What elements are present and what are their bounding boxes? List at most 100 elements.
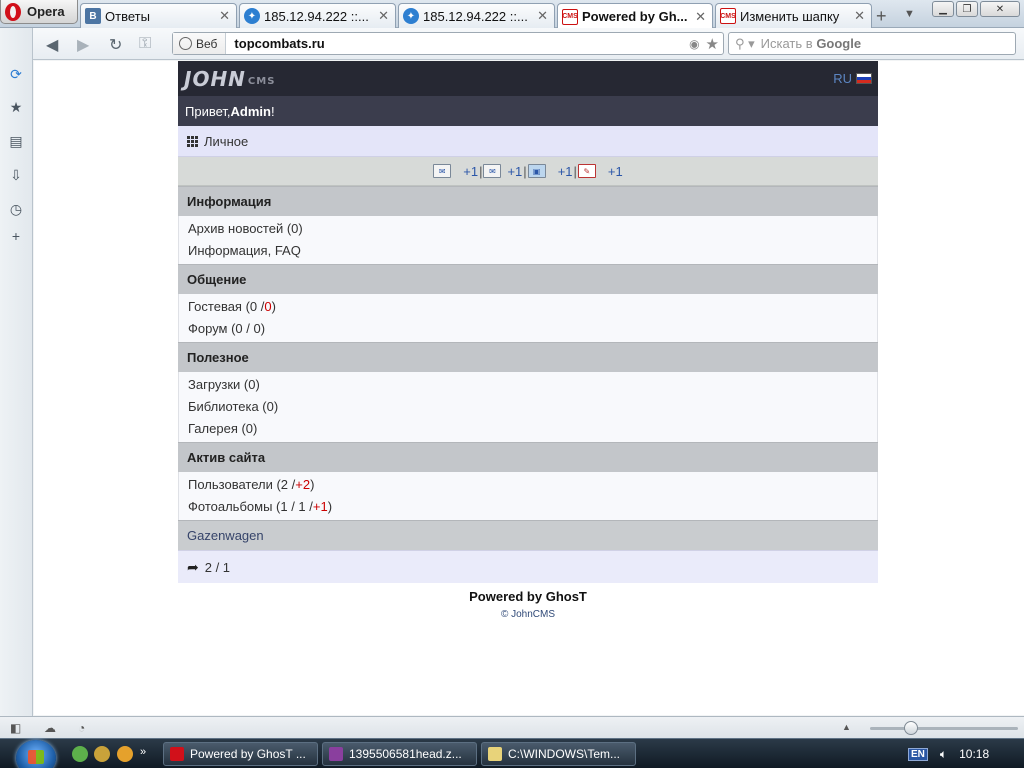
- language-label: RU: [833, 71, 852, 86]
- quicklaunch-more-icon[interactable]: »: [140, 746, 156, 762]
- list-item-library[interactable]: Библиотека (0): [179, 395, 877, 417]
- notes-icon[interactable]: ▤: [8, 133, 24, 149]
- back-icon[interactable]: ◀: [46, 35, 58, 55]
- restore-icon[interactable]: ❐: [956, 1, 978, 17]
- logo-subtext: CMS: [247, 75, 276, 87]
- opera-menu-button[interactable]: Opera: [0, 0, 78, 24]
- turbo-gauge-icon[interactable]: ◔: [78, 721, 85, 735]
- task-opera[interactable]: Powered by GhosT ...: [163, 742, 318, 766]
- document-notification[interactable]: ✎ +1: [577, 163, 623, 179]
- list-item-faq[interactable]: Информация, FAQ: [179, 239, 877, 261]
- section-list-info: Архив новостей (0) Информация, FAQ: [178, 216, 878, 264]
- new-mail-notification[interactable]: ✉ +1: [433, 164, 478, 179]
- close-icon[interactable]: ✕: [854, 8, 865, 24]
- downloads-icon[interactable]: ⇩: [8, 167, 24, 183]
- section-title-communication: Общение: [178, 264, 878, 294]
- panel-toggle-icon[interactable]: ◧: [10, 721, 21, 735]
- notepad-task-icon: [488, 747, 502, 761]
- tab-ip-1[interactable]: ✦ 185.12.94.222 ::... ✕: [239, 3, 396, 28]
- list-item-news-archive[interactable]: Архив новостей (0): [179, 217, 877, 239]
- opera-menu-label: Opera: [27, 4, 65, 19]
- web-badge[interactable]: Веб: [173, 33, 227, 54]
- tab-bar: Opera B Ответы ✕ ✦ 185.12.94.222 ::... ✕…: [0, 0, 1024, 29]
- opera-logo-icon: [5, 2, 21, 21]
- task-archive[interactable]: 1395506581head.z...: [322, 742, 477, 766]
- app-quicklaunch-icon[interactable]: [94, 746, 110, 762]
- zoom-slider-handle[interactable]: [904, 721, 918, 735]
- greeting-prefix: Привет,: [185, 103, 231, 119]
- volume-icon[interactable]: 🔈︎: [940, 747, 947, 762]
- tab-edit-header[interactable]: CMS Изменить шапку ✕: [715, 3, 872, 28]
- list-item-users[interactable]: Пользователи (2 / +2): [179, 473, 877, 495]
- globe-net-icon: ✦: [403, 8, 419, 24]
- search-input[interactable]: ⚲ ▾ Искать в Google: [728, 32, 1016, 55]
- bookmark-star-icon[interactable]: ★: [706, 35, 719, 53]
- personal-link[interactable]: Личное: [178, 126, 878, 157]
- reload-icon[interactable]: ↻: [109, 35, 122, 55]
- system-message-notification[interactable]: ✉ +1: [483, 164, 522, 179]
- zoom-up-icon[interactable]: ▲: [842, 722, 851, 732]
- johncms-logo[interactable]: JOHN CMS: [184, 69, 275, 89]
- key-icon[interactable]: ⚿: [139, 35, 151, 53]
- close-icon[interactable]: ✕: [695, 9, 706, 25]
- footer-copyright-link[interactable]: © JohnCMS: [178, 609, 878, 620]
- forward-icon[interactable]: ▶: [77, 35, 89, 55]
- site-footer: Powered by GhosT © JohnCMS: [178, 589, 878, 620]
- star-icon[interactable]: ★: [8, 99, 24, 115]
- notification-count: +1: [607, 163, 623, 179]
- language-indicator[interactable]: EN: [908, 747, 928, 761]
- history-clock-icon[interactable]: ◷: [8, 201, 24, 217]
- opera-unite-cloud-icon[interactable]: ☁: [44, 721, 56, 735]
- new-tab-icon[interactable]: +: [876, 6, 887, 27]
- language-switch[interactable]: RU: [833, 71, 872, 86]
- window-close-icon[interactable]: ✕: [980, 1, 1020, 17]
- web-label: Веб: [196, 36, 218, 51]
- section-list-useful: Загрузки (0) Библиотека (0) Галерея (0): [178, 372, 878, 442]
- mail-arrow-icon: ✉: [433, 164, 452, 178]
- start-button[interactable]: [16, 740, 56, 768]
- logo-text: JOHN: [184, 66, 246, 91]
- close-icon[interactable]: ✕: [537, 8, 548, 24]
- list-item-forum[interactable]: Форум (0 / 0): [179, 317, 877, 339]
- document-icon: ✎: [577, 164, 596, 178]
- mail-agent-icon[interactable]: [117, 746, 133, 762]
- close-icon[interactable]: ✕: [219, 8, 230, 24]
- tab-label: Ответы: [105, 8, 150, 24]
- system-tray: EN 🔈︎ 10:18: [904, 739, 1024, 768]
- gazenwagen-link[interactable]: Gazenwagen: [178, 520, 878, 550]
- clock[interactable]: 10:18: [959, 747, 989, 761]
- list-item-gallery[interactable]: Галерея (0): [179, 417, 877, 439]
- online-counter[interactable]: ➦ 2 / 1: [178, 550, 878, 583]
- minimize-icon[interactable]: ▁: [932, 1, 954, 17]
- grid-icon: [187, 135, 198, 147]
- status-bar: ◧ ☁ ◔ ▲: [0, 716, 1024, 738]
- navigation-bar: ◀ ▶ ↻ ⚿ Веб topcombats.ru ◉ ★ ⚲ ▾ Искать…: [33, 28, 1024, 60]
- photo-icon: ▣: [527, 164, 546, 178]
- section-title-info: Информация: [178, 186, 878, 216]
- tab-ip-2[interactable]: ✦ 185.12.94.222 ::... ✕: [398, 3, 555, 28]
- window-controls: ▁ ❐ ✕: [932, 1, 1020, 17]
- list-item-photo-albums[interactable]: Фотоальбомы (1 / 1 / +1): [179, 495, 877, 517]
- globe-net-icon: ✦: [244, 8, 260, 24]
- greeting-bar: Привет, Admin!: [178, 96, 878, 126]
- utorrent-icon[interactable]: [72, 746, 88, 762]
- url-text[interactable]: topcombats.ru: [226, 36, 689, 51]
- list-item-downloads[interactable]: Загрузки (0): [179, 373, 877, 395]
- add-panel-icon[interactable]: +: [8, 228, 24, 244]
- chevron-down-icon[interactable]: ▼: [904, 8, 915, 20]
- site-header: JOHN CMS RU: [178, 61, 878, 96]
- archive-task-icon: [329, 747, 343, 761]
- rss-icon[interactable]: ◉: [689, 37, 699, 51]
- task-label: Powered by GhosT ...: [190, 747, 306, 761]
- zoom-slider[interactable]: [870, 727, 1018, 730]
- sync-icon[interactable]: ⟳: [8, 66, 24, 82]
- tab-answers[interactable]: B Ответы ✕: [80, 3, 237, 28]
- page-viewport: JOHN CMS RU Привет, Admin! Личное ✉ +1 |: [34, 61, 1024, 715]
- task-notepad[interactable]: C:\WINDOWS\Tem...: [481, 742, 636, 766]
- close-icon[interactable]: ✕: [378, 8, 389, 24]
- list-item-guestbook[interactable]: Гостевая (0 / 0): [179, 295, 877, 317]
- photo-notification[interactable]: ▣ +1: [527, 164, 573, 179]
- johncms-icon: CMS: [720, 8, 736, 24]
- address-field[interactable]: Веб topcombats.ru ◉ ★: [172, 32, 724, 55]
- tab-powered-by[interactable]: CMS Powered by Gh... ✕: [557, 3, 713, 29]
